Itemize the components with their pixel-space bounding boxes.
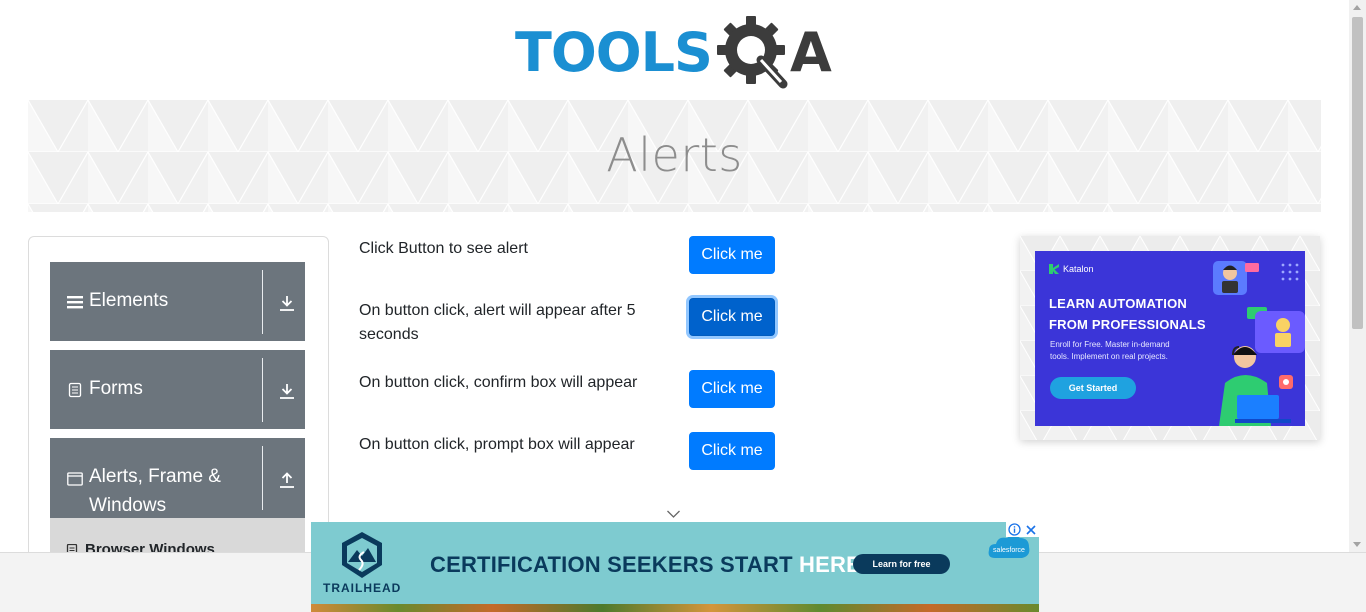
close-icon[interactable] (1023, 522, 1039, 537)
prompt-row-text: On button click, prompt box will appear (359, 436, 635, 453)
katalon-brand: Katalon (1049, 264, 1094, 274)
page-banner: Alerts (28, 100, 1321, 212)
ad-get-started-button[interactable]: Get Started (1050, 377, 1136, 399)
page: TOOLS A Alerts Elements Forms Alerts, Fr… (0, 0, 1366, 612)
sidebar-group-elements[interactable]: Elements (50, 262, 305, 341)
sidebar-group-forms[interactable]: Forms (50, 350, 305, 429)
page-title: Alerts (606, 128, 743, 182)
scrollbar-thumb[interactable] (1352, 17, 1363, 329)
timer-alert-row-text: On button click, alert will appear after… (359, 302, 636, 343)
trailhead-ad[interactable]: TRAILHEAD CERTIFICATION SEEKERS START HE… (311, 522, 1039, 612)
sidebar-group-label: Alerts, Frame & Windows (89, 466, 221, 516)
katalon-ad[interactable]: Katalon LEARN AUTOMATION FROM PROFESSION… (1020, 236, 1320, 440)
people-illustration-icon (1213, 261, 1305, 426)
forest-illustration (311, 604, 1039, 612)
prompt-button[interactable]: Click me (689, 432, 775, 470)
learn-for-free-button[interactable]: Learn for free (853, 554, 950, 574)
scroll-up-icon[interactable] (1353, 5, 1361, 10)
chevron-down-icon[interactable] (666, 509, 681, 519)
divider (262, 446, 263, 510)
sidebar-group-alerts-frame-windows[interactable]: Alerts, Frame & Windows (50, 438, 305, 518)
timer-alert-button[interactable]: Click me (689, 298, 775, 336)
ad-choices[interactable] (1006, 522, 1039, 537)
ad-card[interactable]: Katalon LEARN AUTOMATION FROM PROFESSION… (1035, 251, 1305, 426)
sidebar: Elements Forms Alerts, Frame & Windows B… (28, 236, 329, 566)
sidebar-group-label: Forms (89, 378, 143, 399)
ad-subtext: Enroll for Free. Master in-demand tools.… (1050, 340, 1170, 361)
katalon-logo-icon (1049, 264, 1059, 274)
download-arrow-icon[interactable] (278, 294, 296, 312)
trailhead-brand: TRAILHEAD (323, 581, 402, 595)
trailhead-logo-icon (342, 532, 382, 578)
window-icon (67, 472, 83, 486)
hamburger-icon (67, 296, 83, 309)
divider (262, 358, 263, 422)
vertical-scrollbar[interactable] (1349, 0, 1366, 552)
logo-text-tools: TOOLS (515, 21, 713, 84)
scroll-down-icon[interactable] (1353, 542, 1361, 547)
document-icon (68, 382, 82, 398)
sidebar-group-label: Elements (89, 290, 169, 311)
upload-arrow-icon[interactable] (278, 471, 296, 489)
headline-main: CERTIFICATION SEEKERS START (430, 552, 800, 577)
alert-button[interactable]: Click me (689, 236, 775, 274)
divider (262, 270, 263, 334)
confirm-button[interactable]: Click me (689, 370, 775, 408)
confirm-row-text: On button click, confirm box will appear (359, 374, 638, 391)
logo-text-a: A (789, 21, 832, 84)
gear-magnifier-icon (716, 16, 788, 89)
ad-brand-label: Katalon (1063, 264, 1094, 274)
download-arrow-icon[interactable] (278, 382, 296, 400)
salesforce-label: salesforce (993, 547, 1025, 554)
trailhead-headline: CERTIFICATION SEEKERS START HERE. (430, 552, 867, 578)
alert-row-text: Click Button to see alert (359, 240, 528, 257)
toolsqa-logo[interactable]: TOOLS A (515, 16, 837, 90)
info-icon[interactable] (1006, 522, 1022, 537)
